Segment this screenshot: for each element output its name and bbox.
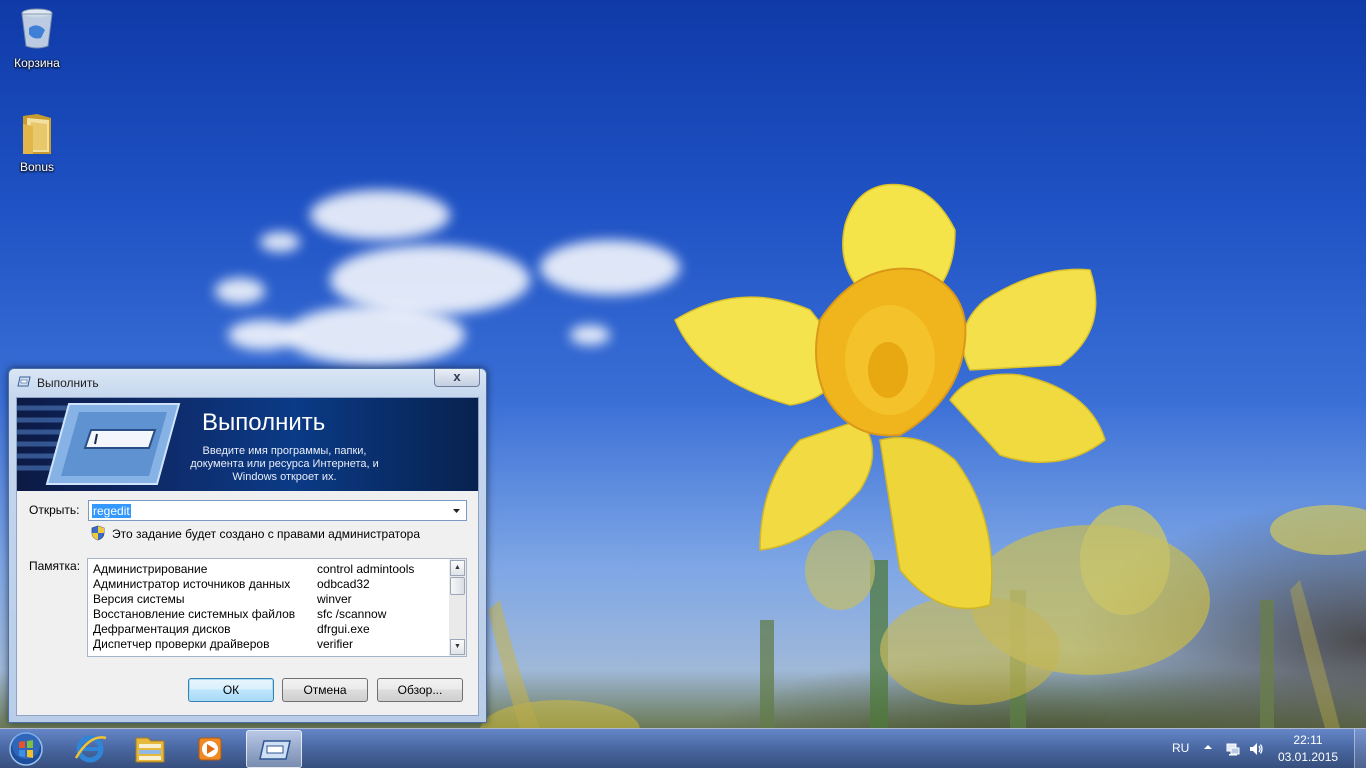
memo-scrollbar[interactable]: ▲ ▼ [449,559,466,656]
scroll-down-button[interactable]: ▼ [450,639,465,655]
list-item[interactable]: Восстановление системных файлов sfc /sca… [88,606,450,621]
scroll-thumb[interactable] [450,577,465,595]
memo-item-command: verifier [317,637,354,651]
scroll-up-button[interactable]: ▲ [450,560,465,576]
clock-time[interactable]: 22:11 [1278,733,1338,747]
list-item[interactable]: Диспетчер проверки драйверов verifier [88,636,450,651]
run-banner: Выполнить Введите имя программы, папки, … [17,398,478,491]
recycle-bin-icon [21,8,53,49]
memo-item-command: control admintools [317,562,415,576]
run-icon [17,376,31,387]
memo-label: Памятка: [29,559,81,573]
clock-date[interactable]: 03.01.2015 [1278,750,1338,764]
run-command-input[interactable]: regedit [92,504,131,518]
media-player-icon [198,737,222,761]
close-button[interactable]: x [434,369,480,387]
desktop-icon-bonus-folder[interactable]: Bonus [1,110,73,174]
memo-item-name: Дефрагментация дисков [93,622,231,636]
memo-list[interactable]: Администрирование control admintools Адм… [87,558,467,657]
memo-item-name: Администратор источников данных [93,577,291,591]
memo-item-name: Администрирование [93,562,208,576]
network-icon[interactable] [1225,741,1241,757]
memo-item-name: Версия системы [93,592,185,606]
list-item[interactable]: Администратор источников данных odbcad32 [88,576,450,591]
banner-title: Выполнить [202,409,326,436]
memo-item-name: Диспетчер проверки драйверов [93,637,270,651]
chevron-down-icon[interactable] [449,503,464,518]
title-bar[interactable]: Выполнить x [9,369,486,395]
chevron-up-icon[interactable] [1203,742,1213,752]
folder-icon [23,114,51,154]
memo-item-name: Восстановление системных файлов [93,607,296,621]
memo-item-command: winver [317,592,352,606]
list-item[interactable]: Дефрагментация дисков dfrgui.exe [88,621,450,636]
browse-button[interactable]: Обзор... [377,678,463,702]
open-label: Открыть: [29,503,80,517]
taskbar-internet-explorer[interactable] [62,730,118,768]
ok-button[interactable]: ОК [188,678,274,702]
desktop-icon-label: Корзина [14,56,60,70]
run-dialog: Выполнить x Выполнить Введите имя програ… [8,368,487,723]
memo-item-command: odbcad32 [317,577,370,591]
dialog-client-area: Выполнить Введите имя программы, папки, … [16,397,479,716]
show-desktop-button[interactable] [1354,729,1366,768]
window-title: Выполнить [37,376,99,390]
desktop-icon-label: Bonus [19,160,55,174]
desktop-icon-recycle-bin[interactable]: Корзина [1,6,73,70]
cancel-button[interactable]: Отмена [282,678,368,702]
language-indicator[interactable]: RU [1172,741,1189,755]
start-orb-icon[interactable] [4,730,48,768]
admin-privileges-note: Это задание будет создано с правами адми… [112,527,421,541]
internet-explorer-icon [74,735,107,763]
memo-item-command: sfc /scannow [317,607,387,621]
volume-icon[interactable] [1248,741,1264,757]
run-command-combobox[interactable]: regedit [88,500,467,521]
taskbar: RU 22:11 03.01.2015 [0,728,1366,768]
run-banner-art [17,403,181,485]
list-item[interactable]: Версия системы winver [88,591,450,606]
run-icon [259,740,291,760]
taskbar-media-player[interactable] [182,730,238,768]
uac-shield-icon [91,525,105,541]
taskbar-run[interactable] [246,730,302,768]
banner-description: Введите имя программы, папки, документа … [190,445,379,483]
explorer-icon [135,737,165,763]
list-item[interactable]: Администрирование control admintools [88,561,450,576]
taskbar-explorer[interactable] [122,730,178,768]
memo-item-command: dfrgui.exe [317,622,370,636]
